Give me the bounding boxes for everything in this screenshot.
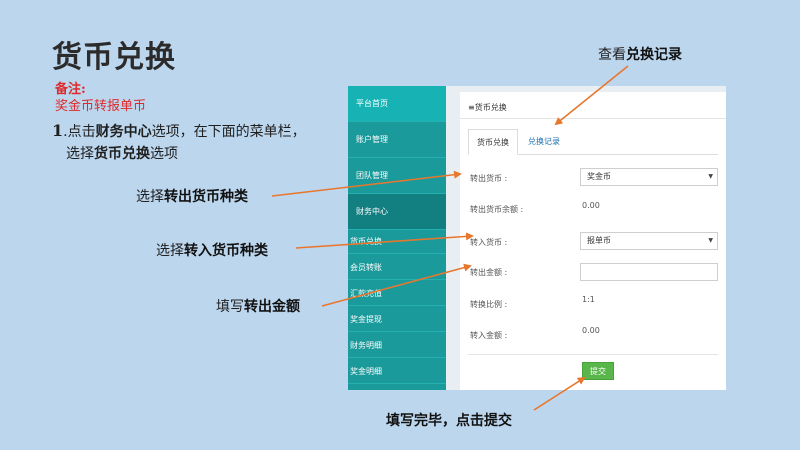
arrow-to-records-tab — [554, 65, 629, 126]
arrow-to-out-currency — [271, 170, 462, 197]
tab-exchange[interactable]: 货币兑换 — [468, 129, 518, 155]
annotation-arrows — [271, 65, 629, 411]
arrow-to-submit — [533, 376, 586, 411]
arrow-to-in-currency — [295, 232, 474, 249]
arrow-to-out-amount — [321, 263, 472, 307]
